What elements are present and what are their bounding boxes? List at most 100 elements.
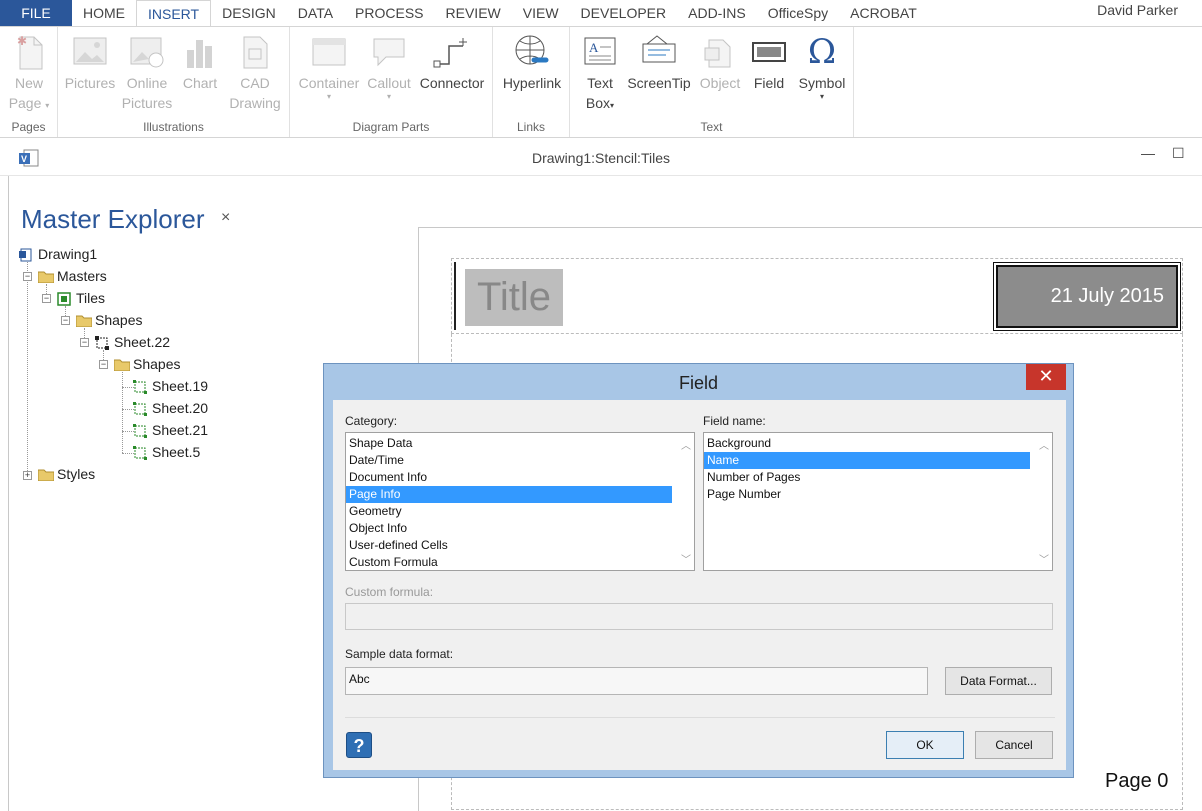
collapse-icon[interactable]: −: [42, 294, 51, 303]
chart-button[interactable]: Chart: [178, 31, 222, 93]
tab-developer[interactable]: DEVELOPER: [570, 0, 678, 26]
shape-icon: [133, 401, 147, 416]
tab-officespy[interactable]: OfficeSpy: [757, 0, 839, 26]
dialog-separator: [345, 717, 1055, 718]
master-explorer-title: Master Explorer: [21, 204, 205, 234]
data-format-button[interactable]: Data Format...: [945, 667, 1052, 695]
list-item[interactable]: Date/Time: [346, 452, 694, 469]
svg-text:✱: ✱: [17, 34, 27, 48]
chart-label: Chart: [182, 75, 218, 91]
ribbon-tabs: FILE HOME INSERT DESIGN DATA PROCESS REV…: [0, 0, 1202, 27]
container-button[interactable]: Container ▾: [296, 31, 362, 101]
scroll-up-icon[interactable]: ︿: [681, 437, 691, 452]
callout-label: Callout: [367, 75, 411, 91]
connector-icon: [416, 31, 488, 73]
text-box-button[interactable]: A Text Box▾: [578, 31, 622, 116]
new-page-icon: ✱: [6, 31, 52, 73]
tree-node-sheet21[interactable]: Sheet.21: [133, 422, 208, 438]
tab-process[interactable]: PROCESS: [344, 0, 434, 26]
folder-icon: [75, 314, 93, 327]
field-button[interactable]: Field: [748, 31, 790, 93]
tab-add-ins[interactable]: ADD-INS: [677, 0, 757, 26]
list-item[interactable]: User-defined Cells: [346, 537, 694, 554]
collapse-icon[interactable]: −: [80, 338, 89, 347]
container-dropdown-icon: ▾: [326, 92, 331, 101]
list-item-selected[interactable]: Page Info: [346, 486, 672, 503]
tree-node-shapes[interactable]: Shapes: [75, 312, 142, 328]
tab-review[interactable]: REVIEW: [435, 0, 512, 26]
list-item[interactable]: Geometry: [346, 503, 694, 520]
tab-data[interactable]: DATA: [287, 0, 344, 26]
dialog-close-button[interactable]: ✕: [1026, 364, 1066, 390]
list-item-selected[interactable]: Name: [704, 452, 1030, 469]
tree-label-styles: Styles: [57, 466, 96, 482]
category-scrollbar[interactable]: ︿ ﹀: [677, 433, 694, 570]
collapse-icon[interactable]: −: [61, 316, 70, 325]
collapse-icon[interactable]: −: [99, 360, 108, 369]
tree-node-drawing1[interactable]: Drawing1: [19, 246, 97, 262]
online-pictures-button[interactable]: Online Pictures: [121, 31, 173, 113]
tree-node-shapes-2[interactable]: Shapes: [113, 356, 180, 372]
tab-acrobat[interactable]: ACROBAT: [839, 0, 928, 26]
field-name-list[interactable]: Background Name Number of Pages Page Num…: [703, 432, 1053, 571]
hyperlink-button[interactable]: Hyperlink: [497, 31, 567, 93]
tree-node-sheet19[interactable]: Sheet.19: [133, 378, 208, 394]
custom-formula-input[interactable]: [345, 603, 1053, 630]
ok-button[interactable]: OK: [886, 731, 964, 759]
field-label: Field: [753, 75, 785, 91]
object-icon: [695, 31, 745, 73]
date-shape[interactable]: 21 July 2015: [993, 262, 1181, 331]
field-name-scrollbar[interactable]: ︿ ﹀: [1035, 433, 1052, 570]
user-name[interactable]: David Parker: [1097, 2, 1178, 18]
scroll-down-icon[interactable]: ﹀: [1039, 551, 1049, 566]
collapse-icon[interactable]: −: [23, 272, 32, 281]
symbol-button[interactable]: Ω Symbol ▾: [792, 31, 852, 101]
document-title: Drawing1:Stencil:Tiles: [532, 150, 670, 166]
list-item[interactable]: Number of Pages: [704, 469, 1052, 486]
ribbon: ✱ New Page ▾ Pages Pictures Online Pictu…: [0, 26, 1202, 138]
tab-view[interactable]: VIEW: [512, 0, 570, 26]
scroll-down-icon[interactable]: ﹀: [681, 551, 691, 566]
screentip-button[interactable]: ScreenTip: [624, 31, 694, 93]
object-button[interactable]: Object: [695, 31, 745, 93]
title-shape[interactable]: Title: [465, 269, 563, 326]
maximize-button[interactable]: ☐: [1172, 145, 1185, 162]
tab-home[interactable]: HOME: [72, 0, 136, 26]
tree-node-styles[interactable]: Styles: [37, 466, 96, 482]
help-icon[interactable]: ?: [346, 732, 372, 758]
tree-node-sheet20[interactable]: Sheet.20: [133, 400, 208, 416]
minimize-button[interactable]: —: [1141, 145, 1155, 161]
group-shape-icon: [95, 335, 109, 350]
callout-icon: [363, 31, 415, 73]
cancel-button[interactable]: Cancel: [975, 731, 1053, 759]
tree-node-masters[interactable]: Masters: [37, 268, 107, 284]
new-page-button[interactable]: ✱ New Page ▾: [6, 31, 52, 116]
list-item[interactable]: Page Number: [704, 486, 1052, 503]
pictures-button[interactable]: Pictures: [63, 31, 117, 93]
list-item[interactable]: Shape Data: [346, 435, 694, 452]
list-item[interactable]: Custom Formula: [346, 554, 694, 570]
master-explorer-close-button[interactable]: ×: [221, 209, 230, 227]
hyperlink-icon: [497, 31, 567, 73]
tab-file[interactable]: FILE: [0, 0, 72, 26]
tree-node-tiles[interactable]: Tiles: [57, 290, 105, 306]
tree-node-sheet22[interactable]: Sheet.22: [95, 334, 170, 350]
scroll-up-icon[interactable]: ︿: [1039, 437, 1049, 452]
symbol-dropdown-icon: ▾: [819, 92, 824, 101]
cad-drawing-button[interactable]: CAD Drawing: [226, 31, 284, 113]
tab-insert[interactable]: INSERT: [136, 0, 212, 27]
tab-design[interactable]: DESIGN: [211, 0, 287, 26]
callout-button[interactable]: Callout ▾: [363, 31, 415, 101]
container-label: Container: [298, 75, 360, 91]
group-pages: ✱ New Page ▾ Pages: [0, 27, 58, 137]
cad-drawing-icon: [226, 31, 284, 73]
list-item[interactable]: Document Info: [346, 469, 694, 486]
sample-format-label: Sample data format:: [345, 647, 454, 661]
tree-label-sheet5: Sheet.5: [152, 444, 201, 460]
tree-node-sheet5[interactable]: Sheet.5: [133, 444, 200, 460]
list-item[interactable]: Background: [704, 435, 1052, 452]
list-item[interactable]: Object Info: [346, 520, 694, 537]
category-list[interactable]: Shape Data Date/Time Document Info Page …: [345, 432, 695, 571]
expand-icon[interactable]: +: [23, 471, 32, 480]
connector-button[interactable]: Connector: [416, 31, 488, 93]
